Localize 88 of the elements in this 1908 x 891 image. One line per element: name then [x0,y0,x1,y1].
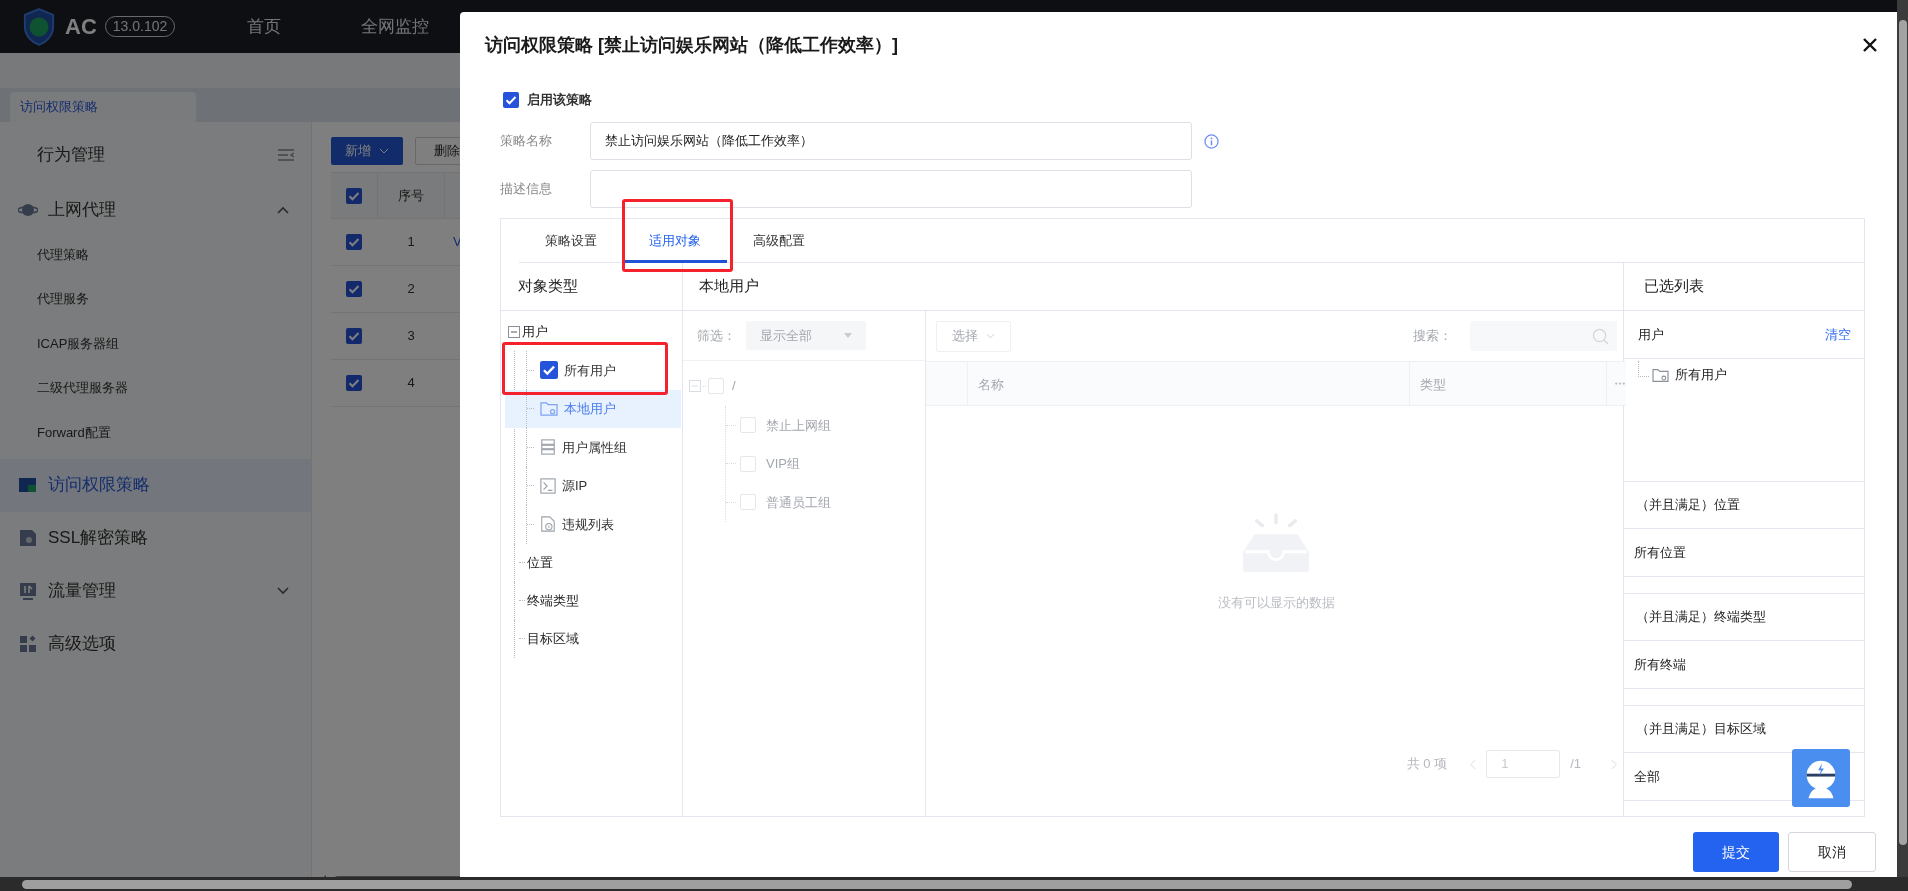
assistant-button[interactable] [1792,749,1850,807]
more-icon[interactable] [1614,382,1626,385]
section-heading: 用户 [1638,325,1664,344]
document-icon [540,516,556,533]
folder-icon [540,400,558,417]
sidebar-item[interactable]: 高级选项 [0,617,311,671]
scrollbar[interactable] [1897,0,1908,877]
table-cell-text: 4 [406,374,416,393]
chevron-down-icon [277,587,289,595]
field-label: 策略名称 [500,132,553,151]
table-cell-text: 1 [406,233,416,252]
tree-item[interactable]: 目标区域 [527,628,579,649]
scrollbar[interactable] [0,877,1908,891]
dialog-button[interactable]: 提交 [1693,832,1779,872]
document-icon [18,528,38,548]
tree-item[interactable]: 用户属性组 [562,437,627,457]
checkbox[interactable] [346,281,362,297]
checkbox-label: 启用该策略 [527,91,592,110]
column-title: 已选列表 [1624,263,1864,311]
caret-icon [844,333,852,338]
dialog-button[interactable]: 取消 [1788,832,1876,872]
chart-icon [18,581,38,601]
filter-label: 筛选： [697,326,736,345]
sidebar-title: 行为管理 [37,144,105,167]
sidebar-item[interactable]: 上网代理 [0,188,311,232]
chevron-up-icon [277,206,289,214]
clear-link[interactable]: 清空 [1825,324,1851,345]
collapse-icon[interactable] [508,326,520,338]
page-count: /1 [1570,755,1581,774]
close-icon[interactable] [1863,38,1877,52]
search-label: 搜索： [1413,327,1452,346]
tree-item[interactable]: 用户 [522,322,548,342]
caret-icon [379,148,389,154]
selected-item: 所有终端 [1624,641,1864,689]
sidebar-subitem[interactable]: ICAP服务器组 [0,321,311,366]
table-cell-text: 3 [406,327,416,346]
tree-item[interactable]: 所有用户 [564,360,616,380]
nav-link[interactable]: 首页 [247,13,282,40]
sidebar-item[interactable]: 访问权限策略 [0,458,311,512]
input-field[interactable] [590,170,1192,208]
tab[interactable]: 高级配置 [727,219,831,263]
checkbox[interactable] [346,234,362,250]
input-field[interactable]: 禁止访问娱乐网站（降低工作效率） [590,122,1192,160]
page-tab[interactable]: 访问权限策略 [10,92,196,122]
sidebar-subitem[interactable]: Forward配置 [0,410,311,455]
search-field[interactable] [1470,321,1617,351]
tree-item[interactable]: 终端类型 [527,590,579,611]
checkbox[interactable] [540,361,558,380]
column-title: 对象类型 [501,263,682,311]
column-header: 名称 [968,362,1410,405]
chevron-down-icon [986,333,995,339]
sidebar-item[interactable]: 流量管理 [0,564,311,618]
table-cell-text: 2 [406,280,416,299]
selected-item: 所有位置 [1624,529,1864,577]
column-header: 序号 [377,172,445,219]
collapse-menu-icon[interactable] [278,149,294,161]
tab[interactable]: 适用对象 [623,219,727,263]
checkbox[interactable] [503,92,519,108]
grid-icon [18,634,38,654]
toolbar-button[interactable]: 新增 [331,137,403,165]
dialog-title: 访问权限策略 [禁止访问娱乐网站（降低工作效率）] [485,33,898,57]
checkbox[interactable] [346,328,362,344]
terminal-icon [540,477,556,494]
tree-item[interactable]: 违规列表 [562,514,614,534]
section-heading: （并且满足）终端类型 [1624,593,1864,641]
field-label: 描述信息 [500,180,553,199]
column-header: 类型 [1410,362,1607,405]
folder-lock-icon [18,475,38,495]
shield-logo-icon [23,7,55,46]
folder-icon [1652,367,1669,383]
tree-item[interactable]: 源IP [562,476,588,496]
sidebar-subitem[interactable]: 代理服务 [0,276,311,321]
page-total: 共 0 项 [1406,755,1448,774]
info-icon[interactable] [1204,133,1219,149]
nav-link[interactable]: 全网监控 [361,13,430,40]
checkbox[interactable] [346,375,362,391]
sidebar-subitem[interactable]: 二级代理服务器 [0,365,311,410]
stack-icon [540,439,556,456]
column-title: 本地用户 [683,263,1623,311]
selected-item: 所有用户 [1675,366,1727,385]
checkbox[interactable] [346,187,362,204]
tree-item[interactable]: 本地用户 [564,399,616,419]
empty-message: 没有可以显示的数据 [1217,594,1335,612]
tree-item[interactable]: 位置 [527,552,553,573]
sidebar-subitem[interactable]: 代理策略 [0,232,311,277]
logo-text: AC [65,13,97,41]
tab[interactable]: 策略设置 [519,219,623,263]
section-heading: （并且满足）位置 [1624,481,1864,529]
